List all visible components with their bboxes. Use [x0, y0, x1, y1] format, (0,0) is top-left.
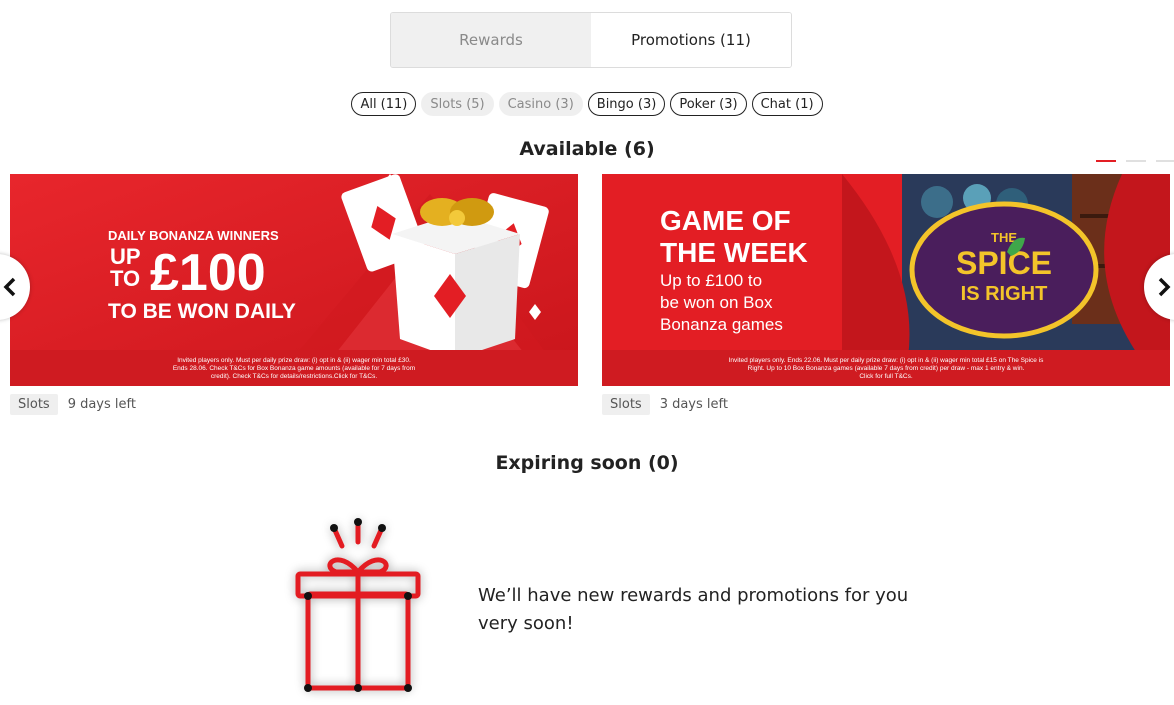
- promo-meta: Slots 9 days left: [10, 394, 578, 415]
- promo-meta: Slots 3 days left: [602, 394, 1170, 415]
- fine-print: Ends 28.06. Check T&Cs for Box Bonanza g…: [173, 365, 415, 372]
- logo-line: IS RIGHT: [961, 283, 1048, 305]
- banner-line: TO: [110, 266, 140, 291]
- filter-chips: All (11) Slots (5) Casino (3) Bingo (3) …: [0, 92, 1174, 116]
- banner-line: Bonanza games: [660, 315, 783, 334]
- filter-chip-poker[interactable]: Poker (3): [670, 92, 747, 116]
- promo-banner-image[interactable]: DAILY BONANZA WINNERS UP TO £100 TO BE W…: [10, 174, 578, 386]
- fine-print: Click for full T&Cs.: [859, 373, 913, 380]
- expiring-heading: Expiring soon (0): [495, 452, 679, 474]
- promo-card[interactable]: THE SPICE IS RIGHT GAME OF THE WEEK Up t…: [602, 174, 1170, 415]
- category-tag: Slots: [10, 394, 58, 415]
- promo-card[interactable]: DAILY BONANZA WINNERS UP TO £100 TO BE W…: [10, 174, 578, 415]
- carousel-dot[interactable]: [1096, 160, 1116, 162]
- fine-print: Invited players only. Ends 22.06. Must p…: [729, 357, 1045, 364]
- tab-promotions[interactable]: Promotions (11): [591, 13, 791, 67]
- logo-line: SPICE: [956, 245, 1052, 281]
- available-heading: Available (6): [519, 138, 655, 160]
- filter-chip-chat[interactable]: Chat (1): [751, 92, 823, 116]
- fine-print: credit). Check T&Cs for details/restrict…: [211, 373, 377, 380]
- carousel-pagination: [1096, 160, 1174, 162]
- tab-rewards[interactable]: Rewards: [391, 13, 591, 67]
- filter-chip-bingo[interactable]: Bingo (3): [587, 92, 666, 116]
- banner-line: TO BE WON DAILY: [108, 300, 296, 323]
- filter-chip-all[interactable]: All (11): [351, 92, 417, 116]
- banner-line: £100: [150, 244, 266, 302]
- filter-chip-casino[interactable]: Casino (3): [498, 92, 583, 116]
- fine-print: Invited players only. Must per daily pri…: [177, 357, 411, 364]
- filter-chip-slots[interactable]: Slots (5): [421, 92, 494, 116]
- tab-bar: Rewards Promotions (11): [390, 12, 792, 68]
- days-left: 3 days left: [659, 397, 728, 412]
- chevron-right-icon: [1158, 277, 1171, 297]
- banner-line: GAME OF: [660, 205, 791, 236]
- banner-line: be won on Box: [660, 293, 773, 312]
- gift-box-icon: [295, 518, 421, 692]
- empty-state-message: We’ll have new rewards and promotions fo…: [478, 585, 909, 634]
- carousel-dot[interactable]: [1156, 160, 1174, 162]
- chevron-left-icon: [3, 277, 16, 297]
- banner-line: Up to £100 to: [660, 271, 762, 290]
- carousel-dot[interactable]: [1126, 160, 1146, 162]
- banner-line: THE WEEK: [660, 237, 808, 268]
- banner-line: DAILY BONANZA WINNERS: [108, 228, 279, 243]
- days-left: 9 days left: [67, 397, 136, 412]
- promo-banner-image[interactable]: THE SPICE IS RIGHT GAME OF THE WEEK Up t…: [602, 174, 1170, 386]
- fine-print: Right. Up to 10 Box Bonanza games (avail…: [748, 365, 1025, 372]
- category-tag: Slots: [602, 394, 650, 415]
